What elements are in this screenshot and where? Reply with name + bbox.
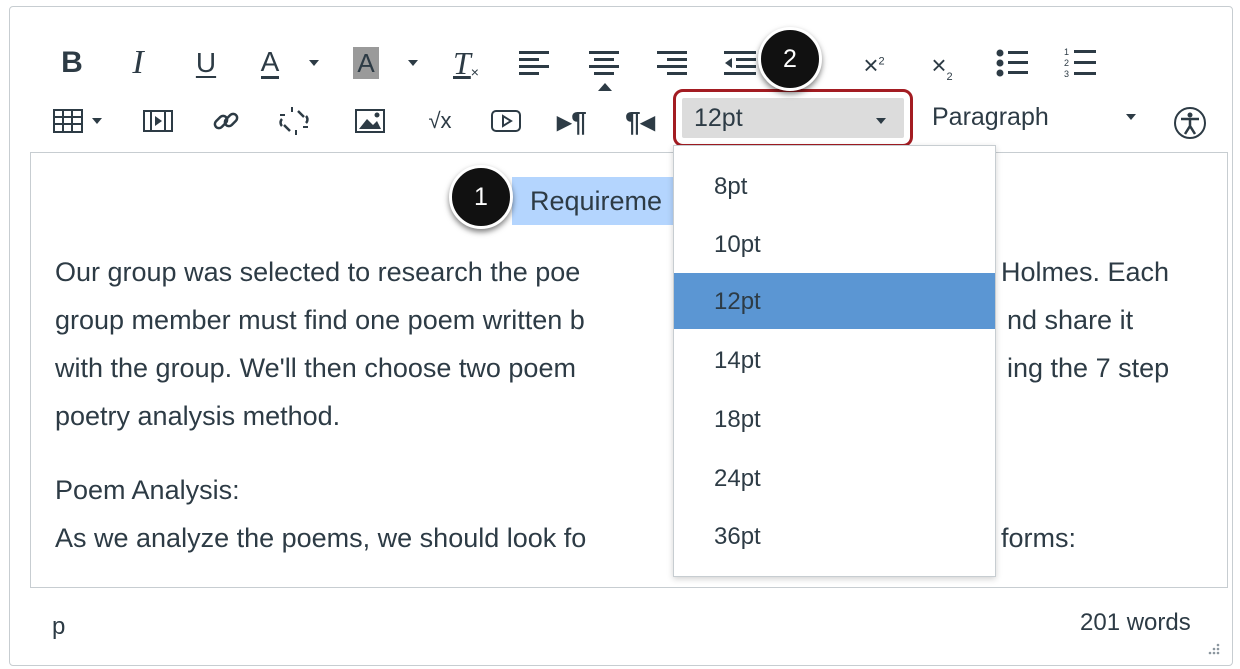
- text-color-icon: A: [260, 45, 280, 79]
- callout-step-2: 2: [758, 27, 822, 91]
- clear-formatting-icon: T: [453, 44, 471, 81]
- paragraph-line-3: with the group. We'll then choose two po…: [55, 353, 576, 383]
- font-size-value: 12pt: [694, 104, 743, 132]
- image-button[interactable]: [350, 103, 390, 139]
- font-size-option[interactable]: 14pt: [674, 332, 995, 388]
- table-dropdown-caret[interactable]: [92, 118, 102, 124]
- background-color-dropdown-caret[interactable]: [408, 60, 418, 66]
- superscript-icon: ×2: [863, 49, 885, 80]
- bullet-list-icon: [996, 49, 1028, 77]
- align-left-button[interactable]: [514, 43, 554, 83]
- accessibility-checker-button[interactable]: [1170, 103, 1210, 143]
- editor-content-area[interactable]: Requireme Our group was selected to rese…: [30, 152, 1228, 588]
- paragraph-line-2: group member must find one poem written …: [55, 305, 585, 335]
- font-size-option[interactable]: 8pt: [674, 158, 995, 214]
- poem-analysis-heading: Poem Analysis:: [55, 475, 240, 505]
- align-center-button[interactable]: [584, 43, 624, 83]
- ltr-paragraph-icon: ▸¶: [557, 105, 587, 137]
- align-right-icon: [657, 51, 687, 75]
- text-color-dropdown-caret[interactable]: [309, 60, 319, 66]
- paragraph-line-4: poetry analysis method.: [55, 401, 341, 431]
- text-color-button[interactable]: A: [248, 41, 292, 85]
- paragraph-line-1: Our group was selected to research the p…: [55, 257, 581, 287]
- unlink-button[interactable]: [274, 101, 314, 141]
- bold-button[interactable]: B: [52, 41, 92, 85]
- block-format-caret[interactable]: [1126, 114, 1136, 120]
- paragraph-line-3-end: ing the 7 step: [1007, 353, 1170, 383]
- square-root-icon: √x: [428, 108, 452, 133]
- paragraph-line-1-end: Holmes. Each: [1001, 257, 1170, 287]
- align-center-icon: [589, 51, 619, 75]
- underline-icon: U: [195, 47, 217, 78]
- align-left-icon: [519, 51, 549, 75]
- underline-button[interactable]: U: [186, 41, 226, 85]
- equation-button[interactable]: √x: [416, 103, 464, 139]
- resize-handle[interactable]: [1206, 641, 1220, 660]
- italic-button[interactable]: I: [118, 41, 158, 85]
- svg-text:1: 1: [1064, 47, 1069, 57]
- ltr-direction-button[interactable]: ▸¶: [552, 103, 592, 139]
- italic-icon: I: [132, 44, 144, 81]
- rtl-paragraph-icon: ¶◂: [625, 105, 655, 137]
- accessibility-icon: [1174, 107, 1206, 139]
- block-format-select[interactable]: Paragraph: [932, 103, 1049, 132]
- unlink-icon: [279, 107, 309, 135]
- bold-icon: B: [61, 46, 83, 79]
- paragraph-line-5: As we analyze the poems, we should look …: [55, 523, 587, 553]
- link-icon: [213, 112, 239, 130]
- film-icon: [143, 110, 173, 132]
- align-right-button[interactable]: [652, 43, 692, 83]
- font-size-option-selected[interactable]: 12pt: [674, 273, 995, 329]
- selected-heading-text: Requireme: [530, 186, 663, 216]
- outdent-button[interactable]: [720, 43, 760, 83]
- element-path: p: [52, 613, 66, 640]
- numbered-list-button[interactable]: 123: [1060, 43, 1100, 83]
- font-size-caret: [876, 118, 886, 124]
- resize-grip-icon: [1208, 643, 1220, 655]
- paragraph-line-2-end: nd share it: [1007, 305, 1134, 335]
- subscript-icon: ×2: [931, 50, 953, 84]
- font-size-option[interactable]: 18pt: [674, 391, 995, 447]
- font-size-select[interactable]: 12pt: [673, 89, 913, 147]
- outdent-icon: [724, 51, 756, 75]
- numbered-list-icon: 123: [1064, 47, 1096, 79]
- link-button[interactable]: [206, 101, 246, 141]
- rtl-direction-button[interactable]: ¶◂: [620, 103, 660, 139]
- font-size-option[interactable]: 36pt: [674, 508, 995, 564]
- subscript-button[interactable]: ×2: [922, 47, 962, 87]
- image-icon: [355, 109, 385, 133]
- font-size-option[interactable]: 24pt: [674, 450, 995, 506]
- svg-text:2: 2: [1064, 58, 1069, 68]
- table-icon: [53, 109, 83, 133]
- superscript-button[interactable]: ×2: [854, 45, 894, 85]
- svg-text:3: 3: [1064, 69, 1069, 79]
- table-button[interactable]: [48, 103, 88, 139]
- highlight-color-icon: A: [353, 47, 379, 79]
- rich-content-editor: B I U A A T × ×2 ×2 123 √x ▸¶ ¶◂ Paragra…: [9, 6, 1233, 666]
- word-count: 201 words: [1080, 609, 1191, 636]
- play-icon: [491, 110, 521, 132]
- callout-step-1: 1: [449, 165, 513, 229]
- paragraph-line-5-end: forms:: [1001, 523, 1077, 553]
- bullet-list-button[interactable]: [992, 43, 1032, 83]
- clear-formatting-button[interactable]: T ×: [444, 41, 488, 85]
- font-size-option[interactable]: 10pt: [674, 216, 995, 272]
- embed-media-button[interactable]: [138, 103, 178, 139]
- media-button[interactable]: [486, 103, 526, 139]
- background-color-button[interactable]: A: [344, 41, 388, 85]
- align-center-active-indicator: [598, 83, 612, 91]
- font-size-dropdown: 8pt 10pt 12pt 14pt 18pt 24pt 36pt: [673, 145, 996, 577]
